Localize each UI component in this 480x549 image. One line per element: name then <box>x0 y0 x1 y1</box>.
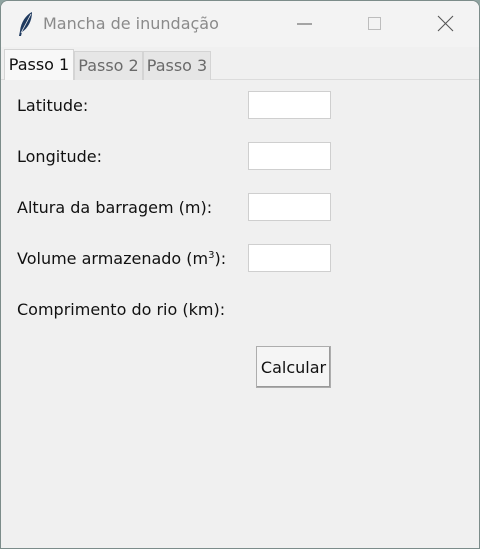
volume-label-close: ): <box>214 249 227 268</box>
latitude-label: Latitude: <box>17 96 89 115</box>
maximize-button[interactable] <box>341 1 411 47</box>
tab-passo-3[interactable]: Passo 3 <box>143 51 211 80</box>
app-window: Mancha de inundação Passo 1 Passo 2 Pass… <box>0 0 480 549</box>
longitude-label: Longitude: <box>17 147 102 166</box>
feather-icon <box>19 12 32 36</box>
maximize-icon <box>368 17 381 30</box>
close-icon <box>437 15 454 32</box>
close-button[interactable] <box>409 1 479 47</box>
volume-armazenado-label: Volume armazenado (m3): <box>17 249 226 268</box>
volume-label-text: Volume armazenado (m <box>17 249 209 268</box>
longitude-input[interactable] <box>248 142 331 170</box>
altura-barragem-input[interactable] <box>248 193 331 221</box>
calcular-button[interactable]: Calcular <box>256 346 331 388</box>
title-bar[interactable]: Mancha de inundação <box>1 1 479 47</box>
latitude-input[interactable] <box>248 91 331 119</box>
volume-armazenado-input[interactable] <box>248 244 331 272</box>
minimize-button[interactable] <box>271 1 341 47</box>
tab-passo-2[interactable]: Passo 2 <box>74 51 143 80</box>
window-title: Mancha de inundação <box>43 14 219 33</box>
tab-passo-1[interactable]: Passo 1 <box>4 49 74 80</box>
comprimento-rio-label: Comprimento do rio (km): <box>17 300 226 319</box>
altura-barragem-label: Altura da barragem (m): <box>17 198 213 217</box>
minimize-icon <box>297 23 312 25</box>
